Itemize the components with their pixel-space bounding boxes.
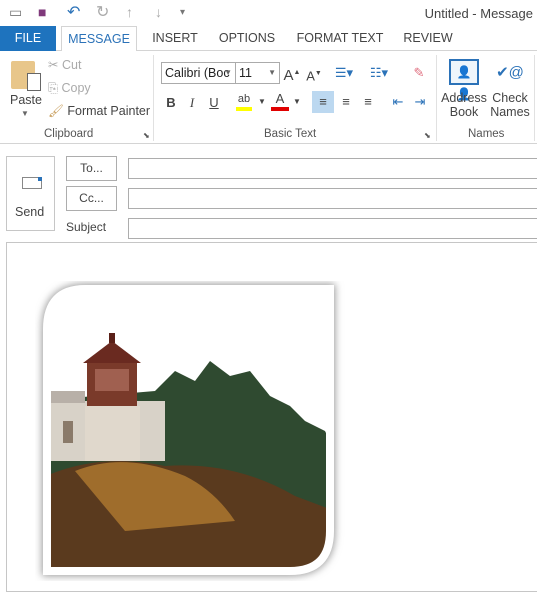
message-body[interactable] [6,242,537,592]
copy-icon: ⎘ [48,81,59,95]
grow-font-icon[interactable]: A▲ [281,62,303,84]
font-size-value: 11 [239,66,252,80]
ribbon-tabs: FILE MESSAGE INSERT OPTIONS FORMAT TEXT … [0,26,537,52]
chevron-down-icon[interactable]: ▼ [293,97,301,106]
bullets-icon[interactable]: ☰▾ [333,62,355,84]
align-left-icon[interactable]: ≡ [312,91,334,113]
lighthouse-image [42,284,335,576]
redo-icon[interactable]: ↻ [96,2,109,22]
down-icon[interactable]: ↓ [155,4,162,20]
check-names-label: Check [492,91,528,105]
ribbon: Paste ▼ ✂ Cut ⎘ Copy 🖌 Format Painter Cl… [0,51,537,144]
font-size-combo[interactable]: 11 ▼ [235,62,280,84]
tab-review[interactable]: REVIEW [400,26,456,51]
font-name-combo[interactable]: Calibri (Boc ▼ [161,62,236,84]
scissors-icon: ✂ [48,58,59,72]
align-center-icon[interactable]: ≡ [335,91,357,113]
numbering-icon[interactable]: ☷▾ [368,62,390,84]
paste-label: Paste [10,93,42,107]
underline-button[interactable]: U [203,92,225,114]
chevron-down-icon: ▼ [268,68,276,77]
to-field[interactable] [128,158,537,179]
window-title: Untitled - Message [424,6,533,21]
highlight-icon[interactable]: ab [236,91,252,111]
cut-button[interactable]: ✂ Cut [48,57,81,72]
address-book-button[interactable]: 👤👤 Address Book [440,57,488,125]
paintbrush-icon: 🖌 [48,104,64,118]
font-name-value: Calibri (Boc [165,66,230,80]
bold-button[interactable]: B [160,92,182,114]
subject-field[interactable] [128,218,537,239]
copy-button[interactable]: ⎘ Copy [48,81,91,96]
clear-formatting-icon[interactable]: ✎ [408,62,430,84]
quick-access-toolbar: ▭ ■ ↶ ↻ ↑ ↓ ▾ Untitled - Message [0,0,537,26]
chevron-down-icon: ▼ [224,68,232,77]
increase-indent-icon[interactable]: ⇥ [409,91,431,113]
basic-text-group-label: Basic Text [264,128,317,140]
chevron-down-icon: ▼ [21,109,29,118]
clipboard-launcher-icon[interactable]: ⬊ [143,131,150,140]
cc-field[interactable] [128,188,537,209]
up-icon[interactable]: ↑ [126,4,133,20]
basic-text-launcher-icon[interactable]: ⬊ [424,131,431,140]
format-painter-button[interactable]: 🖌 Format Painter [48,104,150,119]
names-group-label: Names [468,128,505,140]
align-right-icon[interactable]: ≡ [357,91,379,113]
cut-label: Cut [61,58,82,72]
tab-file[interactable]: FILE [0,26,56,51]
tab-options[interactable]: OPTIONS [214,26,280,51]
check-names-button[interactable]: ✔@ Check Names [488,57,532,125]
customize-icon[interactable]: ▾ [180,7,185,18]
cc-button[interactable]: Cc... [66,186,117,211]
paste-button[interactable]: Paste ▼ [6,57,42,125]
check-names-icon: ✔@ [496,64,524,81]
decrease-indent-icon[interactable]: ⇤ [387,91,409,113]
to-button[interactable]: To... [66,156,117,181]
clipboard-icon [11,61,41,91]
copy-label: Copy [61,81,91,95]
tab-message[interactable]: MESSAGE [61,26,137,52]
undo-icon[interactable]: ↶ [67,2,80,22]
address-book-label: Address [441,91,487,105]
italic-button[interactable]: I [181,92,203,114]
clipboard-group-label: Clipboard [44,128,94,140]
font-color-icon[interactable]: A [271,91,289,111]
shrink-font-icon[interactable]: A▼ [303,63,325,85]
save-icon[interactable]: ■ [38,4,46,20]
send-button[interactable]: Send [6,156,55,231]
send-envelope-icon [22,177,42,189]
tab-insert[interactable]: INSERT [150,26,200,51]
format-painter-label: Format Painter [67,104,151,118]
address-book-icon: 👤👤 [449,59,479,101]
subject-label: Subject [66,220,107,234]
address-book-label-2: Book [449,105,479,119]
tab-format-text[interactable]: FORMAT TEXT [292,26,388,51]
check-names-label-2: Names [490,105,530,119]
chevron-down-icon[interactable]: ▼ [258,97,266,106]
send-label: Send [15,205,45,219]
outlook-icon[interactable]: ▭ [9,4,22,21]
